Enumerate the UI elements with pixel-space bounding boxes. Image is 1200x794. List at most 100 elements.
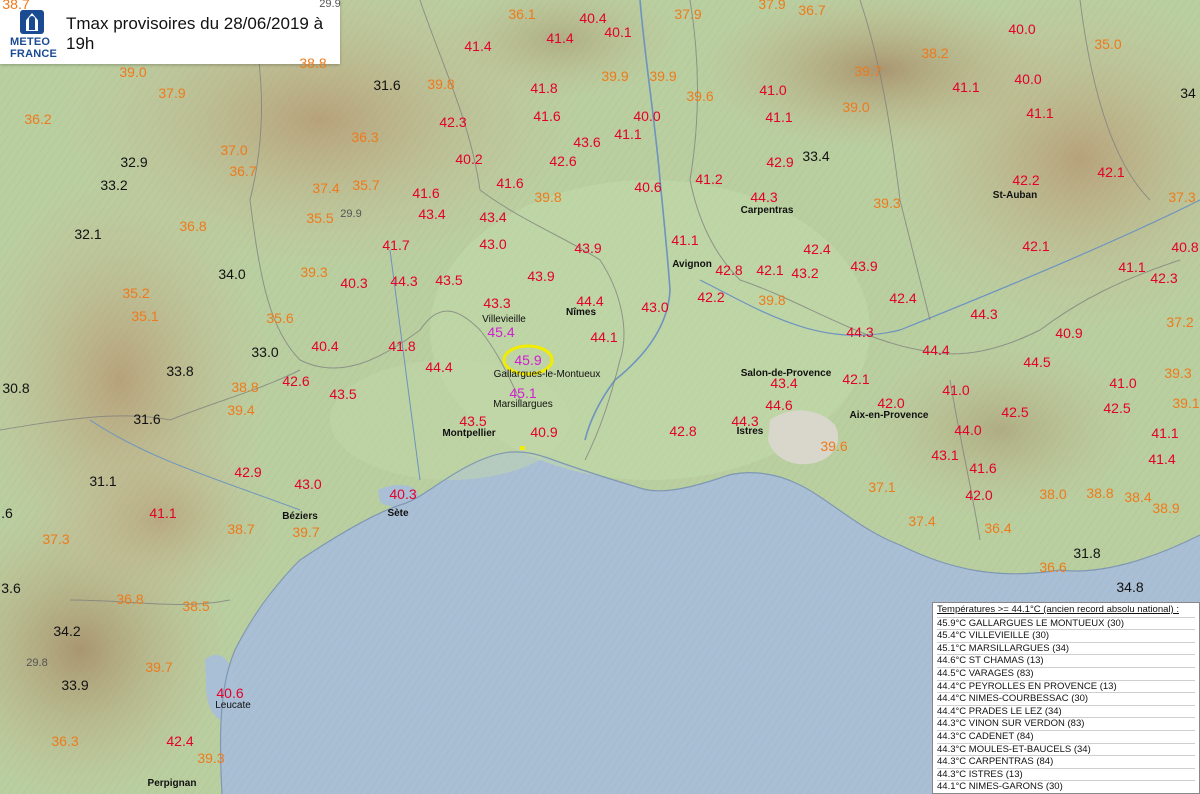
temperature-value: 34.0 bbox=[218, 266, 246, 282]
temperature-value: 37.2 bbox=[1166, 314, 1194, 330]
temperature-value: 39.4 bbox=[227, 402, 255, 418]
map-title: Tmax provisoires du 28/06/2019 à 19h bbox=[66, 14, 324, 53]
temperature-value: 40.6 bbox=[634, 179, 662, 195]
logo-text-line1: METEO bbox=[10, 36, 51, 48]
temperature-value: 36.7 bbox=[229, 163, 257, 179]
temperature-value: 41.1 bbox=[671, 232, 699, 248]
logo-text-line2: FRANCE bbox=[10, 48, 58, 60]
temperature-value: 31.1 bbox=[89, 473, 117, 489]
temperature-value: 41.1 bbox=[149, 505, 177, 521]
temperature-value: 40.0 bbox=[633, 108, 661, 124]
temperature-value: 33.2 bbox=[100, 177, 128, 193]
legend-row: 44.4°C PEYROLLES EN PROVENCE (13) bbox=[937, 679, 1195, 693]
temperature-value: 41.6 bbox=[412, 185, 440, 201]
temperature-value: 40.6 bbox=[216, 685, 244, 701]
legend-row: 44.3°C CADENET (84) bbox=[937, 729, 1195, 743]
temperature-value: 37.3 bbox=[42, 531, 70, 547]
temperature-value: 40.0 bbox=[1014, 71, 1042, 87]
city-label: Istres bbox=[736, 426, 764, 437]
temperature-value: 44.4 bbox=[922, 342, 950, 358]
temperature-value: 43.0 bbox=[641, 299, 669, 315]
temperature-value: 42.8 bbox=[669, 423, 697, 439]
temperature-value: 42.6 bbox=[549, 153, 577, 169]
temperature-value: 42.2 bbox=[697, 289, 725, 305]
temperature-value: 32.9 bbox=[120, 154, 148, 170]
temperature-value: 39.6 bbox=[820, 438, 848, 454]
temperature-value: 29.9 bbox=[340, 208, 362, 220]
temperature-value: 39.6 bbox=[686, 88, 714, 104]
header-panel: METEO FRANCE Tmax provisoires du 28/06/2… bbox=[0, 0, 340, 64]
temperature-value: 41.0 bbox=[759, 82, 787, 98]
temperature-value: 42.2 bbox=[1012, 172, 1040, 188]
temperature-value: 44.1 bbox=[590, 329, 618, 345]
temperature-value: 43.9 bbox=[574, 240, 602, 256]
temperature-value: 38.8 bbox=[1086, 485, 1114, 501]
temperature-value: 36.3 bbox=[351, 129, 379, 145]
temperature-value: 41.2 bbox=[695, 171, 723, 187]
temperature-value: 41.1 bbox=[614, 126, 642, 142]
temperature-value: 41.1 bbox=[765, 109, 793, 125]
temperature-value: 29.8 bbox=[26, 657, 48, 669]
temperature-value: 35.5 bbox=[306, 210, 334, 226]
city-label: Aix-en-Provence bbox=[849, 410, 929, 421]
temperature-value: 32.1 bbox=[74, 226, 102, 242]
temperature-value: 41.1 bbox=[1026, 105, 1054, 121]
temperature-value: 42.0 bbox=[877, 395, 905, 411]
city-label: Béziers bbox=[282, 511, 318, 522]
temperature-value: 43.5 bbox=[329, 386, 357, 402]
temperature-value: 42.9 bbox=[766, 154, 794, 170]
temperature-value: 39.8 bbox=[427, 76, 455, 92]
city-label: Sète bbox=[387, 508, 409, 519]
temperature-value: 33.0 bbox=[251, 344, 279, 360]
legend-row: 44.4°C PRADES LE LEZ (34) bbox=[937, 704, 1195, 718]
legend-row: 44.5°C VARAGES (83) bbox=[937, 666, 1195, 680]
temperature-value: 42.1 bbox=[1097, 164, 1125, 180]
temperature-value: 36.3 bbox=[51, 733, 79, 749]
temperature-value: 30.8 bbox=[2, 380, 30, 396]
temperature-value: 42.1 bbox=[756, 262, 784, 278]
temperature-value: 39.8 bbox=[534, 189, 562, 205]
temperature-value: 44.3 bbox=[970, 306, 998, 322]
temperature-value: 31.6 bbox=[133, 411, 161, 427]
temperature-value: 38.8 bbox=[231, 379, 259, 395]
legend-title: Températures >= 44.1°C (ancien record ab… bbox=[937, 604, 1179, 615]
temperature-value: 43.9 bbox=[850, 258, 878, 274]
temperature-value: 36.8 bbox=[116, 591, 144, 607]
temperature-value: 41.8 bbox=[530, 80, 558, 96]
temperature-value: 42.8 bbox=[715, 262, 743, 278]
temperature-value: 39.9 bbox=[649, 68, 677, 84]
legend-row: 44.6°C ST CHAMAS (13) bbox=[937, 654, 1195, 667]
temperature-value: 40.4 bbox=[579, 10, 607, 26]
temperature-value: 37.9 bbox=[674, 6, 702, 22]
temperature-value: 39.0 bbox=[842, 99, 870, 115]
temperature-value: 39.1 bbox=[1172, 395, 1200, 411]
temperature-value: 43.9 bbox=[527, 268, 555, 284]
record-temperature-value: 45.4 bbox=[487, 324, 515, 340]
temperature-value: 42.4 bbox=[803, 241, 831, 257]
temperature-value: 42.1 bbox=[842, 371, 870, 387]
temperature-value: 35.2 bbox=[122, 285, 150, 301]
temperature-value: 40.2 bbox=[455, 151, 483, 167]
temperature-value: 42.5 bbox=[1001, 404, 1029, 420]
temperature-value: 31.6 bbox=[373, 77, 401, 93]
temperature-value: 40.0 bbox=[1008, 21, 1036, 37]
temperature-value: 31.8 bbox=[1073, 545, 1101, 561]
temperature-value: 42.3 bbox=[439, 114, 467, 130]
temperature-value: 38.2 bbox=[921, 45, 949, 61]
legend-row: 44.1°C NIMES-GARONS (30) bbox=[937, 780, 1195, 793]
temperature-value: 37.0 bbox=[220, 142, 248, 158]
temperature-value: 33.4 bbox=[802, 148, 830, 164]
temperature-value: 41.1 bbox=[1151, 425, 1179, 441]
temperature-value: 41.8 bbox=[388, 338, 416, 354]
temperature-value: 39.3 bbox=[197, 750, 225, 766]
temperature-value: 35.7 bbox=[352, 177, 380, 193]
temperature-value: 43.0 bbox=[294, 476, 322, 492]
temperature-value: 34.2 bbox=[53, 623, 81, 639]
temperature-value: 41.0 bbox=[942, 382, 970, 398]
temperature-value: 40.4 bbox=[311, 338, 339, 354]
legend-row: 45.1°C MARSILLARGUES (34) bbox=[937, 641, 1195, 655]
temperature-value: 37.9 bbox=[758, 0, 786, 12]
temperature-value: 36.2 bbox=[24, 111, 52, 127]
temperature-value: 44.3 bbox=[846, 324, 874, 340]
temperature-value: 42.4 bbox=[166, 733, 194, 749]
